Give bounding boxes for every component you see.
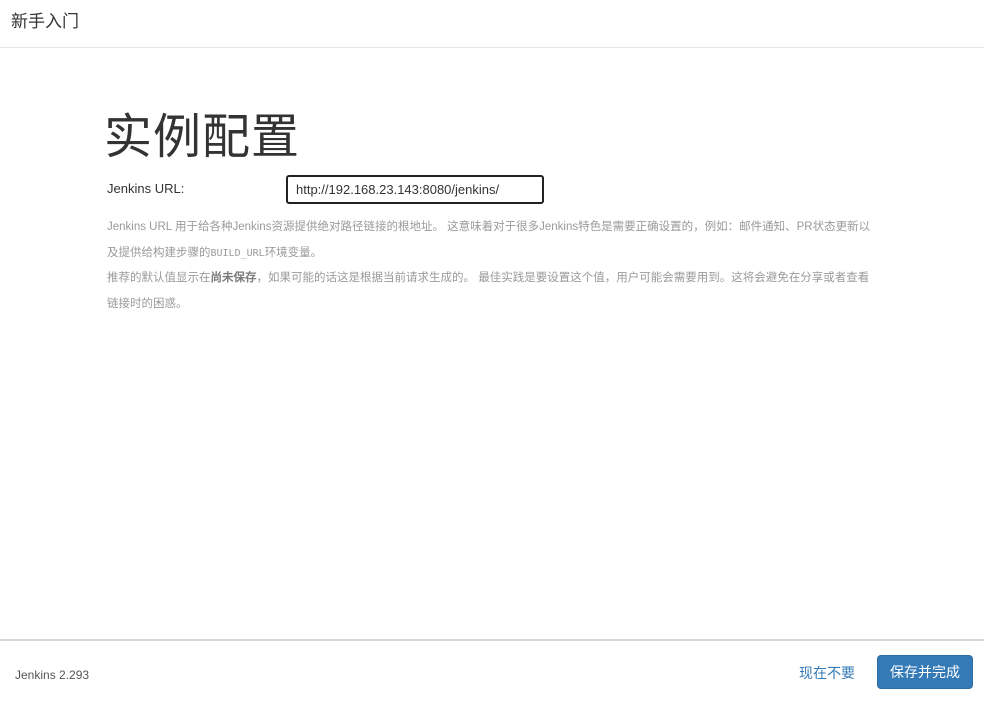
help-p1-text-end: 环境变量。 bbox=[264, 246, 323, 259]
wizard-footer: Jenkins 2.293 现在不要 保存并完成 bbox=[0, 639, 984, 701]
save-and-finish-button[interactable]: 保存并完成 bbox=[877, 655, 973, 689]
wizard-body: 实例配置 Jenkins URL: Jenkins URL 用于给各种Jenki… bbox=[0, 49, 984, 639]
setup-wizard: 新手入门 实例配置 Jenkins URL: Jenkins URL 用于给各种… bbox=[0, 0, 984, 701]
help-text: Jenkins URL 用于给各种Jenkins资源提供绝对路径链接的根地址。 … bbox=[107, 215, 872, 317]
not-saved-emphasis: 尚未保存 bbox=[210, 272, 257, 284]
jenkins-url-label: Jenkins URL: bbox=[107, 181, 185, 196]
build-url-code: BUILD_URL bbox=[210, 247, 265, 259]
jenkins-url-input[interactable] bbox=[286, 175, 544, 204]
help-p2-text: 推荐的默认值显示在 bbox=[107, 272, 211, 284]
jenkins-version: Jenkins 2.293 bbox=[15, 668, 90, 682]
wizard-header: 新手入门 bbox=[0, 0, 984, 48]
wizard-title: 新手入门 bbox=[11, 12, 79, 31]
help-paragraph-2: 推荐的默认值显示在尚未保存，如果可能的话这是根据当前请求生成的。 最佳实践是要设… bbox=[107, 266, 872, 317]
skip-button[interactable]: 现在不要 bbox=[799, 663, 855, 683]
help-paragraph-1: Jenkins URL 用于给各种Jenkins资源提供绝对路径链接的根地址。 … bbox=[107, 215, 872, 266]
page-title: 实例配置 bbox=[104, 111, 301, 164]
